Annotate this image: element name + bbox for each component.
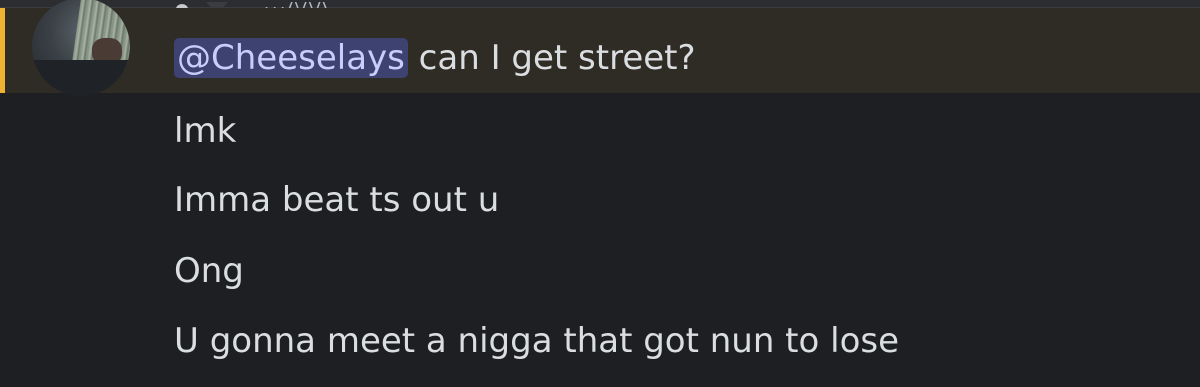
chat-message-list: ...ΛΛΛ @Cheeselays can I get street? lmk… <box>0 0 1200 387</box>
mention-highlight-bar <box>0 8 5 93</box>
message-line-4: Ong <box>174 251 244 291</box>
message-line-5: U gonna meet a nigga that got nun to los… <box>174 321 900 361</box>
message-line-1: @Cheeselays can I get street? <box>174 38 696 78</box>
avatar[interactable] <box>32 0 130 96</box>
message-line-3: Imma beat ts out u <box>174 180 500 220</box>
user-mention[interactable]: @Cheeselays <box>174 38 408 78</box>
message-text: can I get street? <box>407 38 696 78</box>
avatar-shadow <box>32 60 130 96</box>
message-line-2: lmk <box>174 111 237 151</box>
